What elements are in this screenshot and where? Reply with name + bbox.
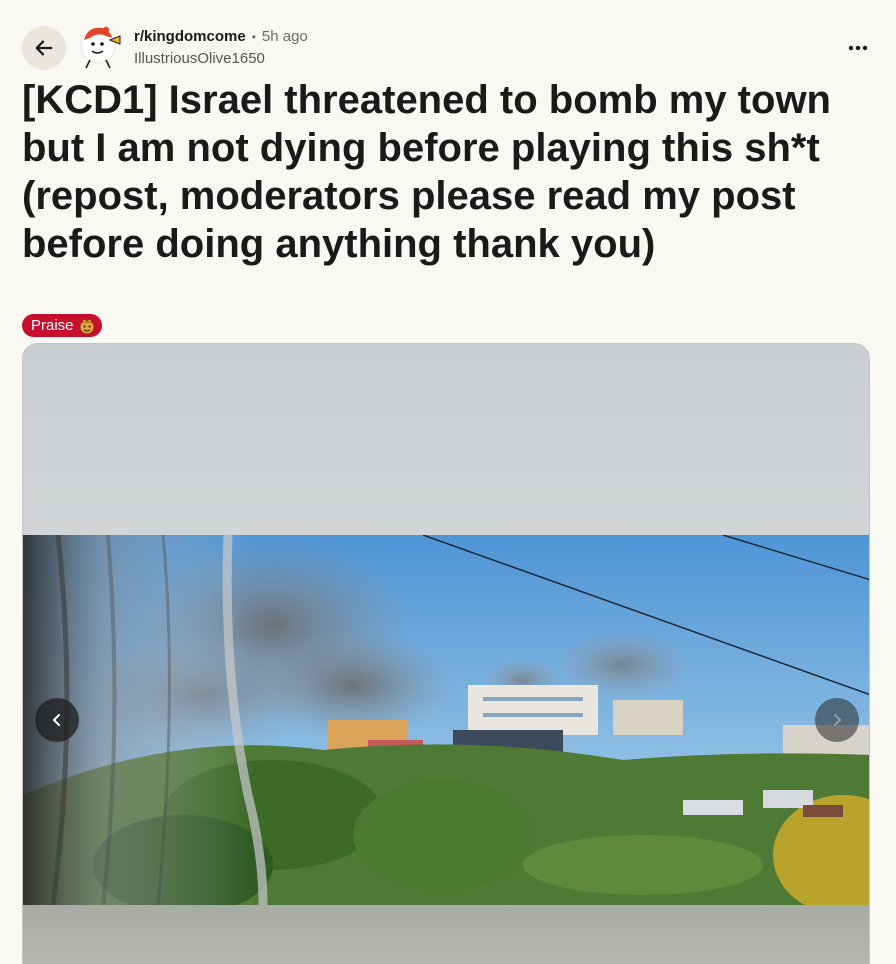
post-meta: r/kingdomcome • 5h ago IllustriousOlive1… — [134, 26, 308, 70]
post-media-carousel[interactable] — [22, 343, 870, 964]
more-horizontal-icon — [848, 45, 868, 51]
back-button[interactable] — [22, 26, 66, 70]
carousel-next-button[interactable] — [815, 698, 859, 742]
post-page: r/kingdomcome • 5h ago IllustriousOlive1… — [0, 0, 896, 964]
post-photo — [23, 535, 869, 905]
flair-label: Praise — [31, 317, 74, 334]
more-options-button[interactable] — [844, 34, 872, 62]
post-title: [KCD1] Israel threatened to bomb my town… — [22, 78, 831, 266]
chevron-right-icon — [834, 714, 841, 726]
post-header: r/kingdomcome • 5h ago IllustriousOlive1… — [0, 0, 896, 80]
media-blur-background-top — [23, 344, 869, 535]
subreddit-link[interactable]: r/kingdomcome — [134, 26, 246, 48]
carousel-previous-button[interactable] — [35, 698, 79, 742]
avatar[interactable] — [76, 22, 124, 70]
arrow-left-icon — [35, 40, 53, 56]
chevron-left-icon — [53, 714, 60, 726]
post-flair[interactable]: Praise — [22, 314, 102, 337]
meta-separator: • — [251, 30, 256, 44]
king-face-icon — [79, 317, 95, 334]
post-timestamp: 5h ago — [261, 28, 308, 45]
author-username[interactable]: IllustriousOlive1650 — [134, 48, 265, 70]
media-blur-background-bottom — [23, 905, 869, 964]
